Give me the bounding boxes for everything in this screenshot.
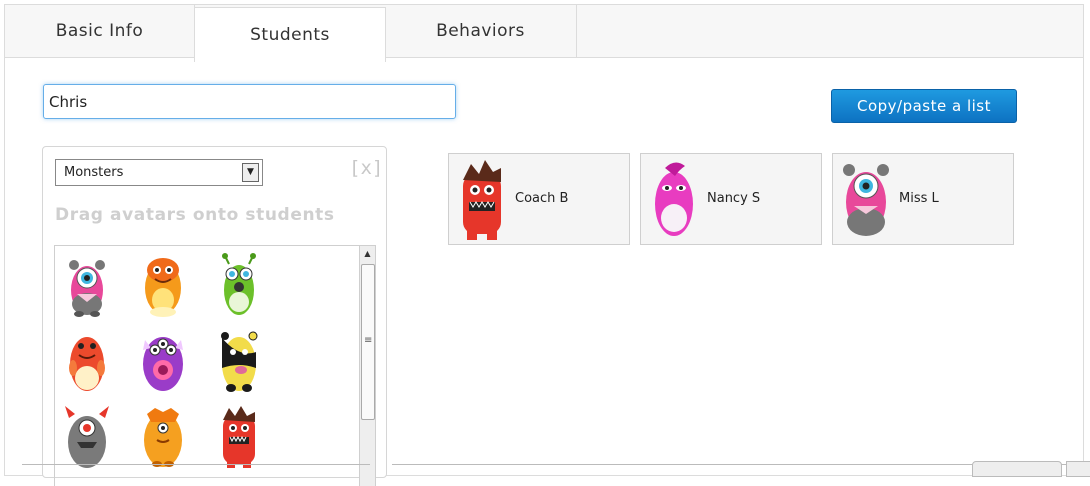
red-monster-icon — [69, 337, 105, 391]
magenta-monster-icon — [655, 162, 693, 236]
avatar-orange-monster[interactable] — [135, 252, 191, 318]
picker-hint: Drag avatars onto students — [55, 205, 335, 225]
tab-students[interactable]: Students — [194, 7, 386, 62]
avatar-pink-cyclops[interactable] — [59, 252, 115, 318]
avatar-red-monster[interactable] — [59, 328, 115, 394]
student-card-nancy-s[interactable]: Nancy S — [640, 153, 822, 245]
student-card-miss-l[interactable]: Miss L — [832, 153, 1014, 245]
avatar-category-select[interactable]: Monsters ▼ — [55, 159, 263, 186]
gray-horned-monster-icon — [65, 406, 109, 468]
green-alien-icon — [222, 253, 256, 315]
student-name: Nancy S — [707, 191, 761, 206]
red-spiky-monster-icon — [463, 160, 501, 240]
tab-basic-info[interactable]: Basic Info — [5, 5, 195, 57]
purple-monster-icon — [143, 337, 183, 391]
footer-button[interactable] — [1066, 461, 1090, 477]
avatar-orange-furry-monster[interactable] — [135, 404, 191, 470]
student-avatar — [453, 158, 511, 240]
pink-cyclops-icon — [69, 260, 105, 317]
avatar-green-alien[interactable] — [211, 252, 267, 318]
footer-button[interactable] — [972, 461, 1062, 477]
avatar-grid: ▲ ≡ — [54, 245, 376, 486]
avatar-gray-horned-monster[interactable] — [59, 404, 115, 470]
close-picker-button[interactable]: [x] — [349, 157, 383, 179]
tab-bar: Basic Info Students Behaviors — [5, 5, 1083, 62]
grip-icon: ≡ — [364, 335, 373, 346]
student-name: Coach B — [515, 191, 569, 206]
avatar-red-spiky-monster[interactable] — [211, 404, 267, 470]
copy-paste-list-button[interactable]: Copy/paste a list — [831, 89, 1017, 123]
orange-furry-monster-icon — [144, 408, 182, 467]
orange-monster-icon — [145, 258, 181, 317]
student-name-input[interactable] — [43, 84, 456, 119]
scrollbar-thumb[interactable]: ≡ — [361, 264, 375, 420]
avatar-picker: Monsters ▼ [x] Drag avatars onto student… — [42, 146, 387, 486]
avatar-yellow-black-monster[interactable] — [211, 328, 267, 394]
chevron-down-icon[interactable]: ▼ — [242, 163, 259, 182]
avatar-category-value: Monsters — [64, 165, 124, 180]
student-card-coach-b[interactable]: Coach B — [448, 153, 630, 245]
pink-cyclops-icon — [843, 164, 889, 236]
scroll-up-arrow-icon[interactable]: ▲ — [360, 246, 375, 261]
avatar-purple-monster[interactable] — [135, 328, 191, 394]
student-avatar — [645, 158, 703, 240]
student-avatar — [837, 158, 895, 240]
tab-behaviors[interactable]: Behaviors — [385, 5, 577, 57]
avatar-grid-scrollbar[interactable]: ▲ ≡ — [359, 246, 375, 486]
red-spiky-monster-icon — [223, 406, 255, 468]
student-name: Miss L — [899, 191, 939, 206]
yellow-black-monster-icon — [221, 331, 258, 392]
divider — [22, 464, 370, 465]
